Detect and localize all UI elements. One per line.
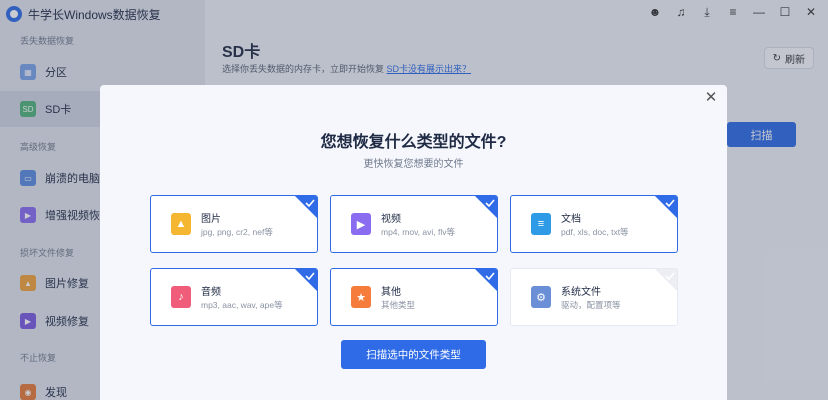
card-title: 文档 bbox=[561, 214, 581, 225]
checked-icon bbox=[475, 269, 497, 291]
file-type-card-videos[interactable]: ▶ 视频 mp4, mov, avi, flv等 bbox=[330, 195, 498, 253]
checked-icon bbox=[295, 196, 317, 218]
checked-icon bbox=[655, 196, 677, 218]
card-desc: pdf, xls, doc, txt等 bbox=[561, 227, 629, 237]
unchecked-icon bbox=[655, 269, 677, 291]
file-type-card-system-files[interactable]: ⚙ 系统文件 驱动，配置项等 bbox=[510, 268, 678, 326]
checked-icon bbox=[475, 196, 497, 218]
card-desc: mp4, mov, avi, flv等 bbox=[381, 227, 455, 237]
card-title: 其他 bbox=[381, 287, 401, 298]
dialog-title: 您想恢复什么类型的文件? bbox=[320, 134, 507, 151]
scan-selected-types-button[interactable]: 扫描选中的文件类型 bbox=[341, 340, 486, 369]
system-file-icon: ⚙ bbox=[531, 286, 551, 308]
card-desc: 驱动，配置项等 bbox=[561, 300, 621, 310]
file-type-card-images[interactable]: ▲ 图片 jpg, png, cr2, nef等 bbox=[150, 195, 318, 253]
card-title: 系统文件 bbox=[561, 287, 601, 298]
audio-icon: ♪ bbox=[171, 286, 191, 308]
document-icon: ≡ bbox=[531, 213, 551, 235]
dialog-close-icon[interactable]: ✕ bbox=[703, 89, 719, 106]
dialog-subtitle: 更快恢复您想要的文件 bbox=[363, 159, 464, 170]
card-title: 音频 bbox=[201, 287, 221, 298]
checked-icon bbox=[295, 269, 317, 291]
file-type-card-other[interactable]: ★ 其他 其他类型 bbox=[330, 268, 498, 326]
card-title: 图片 bbox=[201, 214, 221, 225]
other-icon: ★ bbox=[351, 286, 371, 308]
card-desc: mp3, aac, wav, ape等 bbox=[201, 300, 283, 310]
card-desc: jpg, png, cr2, nef等 bbox=[201, 227, 273, 237]
card-title: 视频 bbox=[381, 214, 401, 225]
card-desc: 其他类型 bbox=[381, 300, 416, 310]
file-type-dialog: ✕ 您想恢复什么类型的文件? 更快恢复您想要的文件 ▲ 图片 jpg, png,… bbox=[100, 85, 727, 400]
image-icon: ▲ bbox=[171, 213, 191, 235]
file-type-card-audio[interactable]: ♪ 音频 mp3, aac, wav, ape等 bbox=[150, 268, 318, 326]
file-type-card-documents[interactable]: ≡ 文档 pdf, xls, doc, txt等 bbox=[510, 195, 678, 253]
video-icon: ▶ bbox=[351, 213, 371, 235]
